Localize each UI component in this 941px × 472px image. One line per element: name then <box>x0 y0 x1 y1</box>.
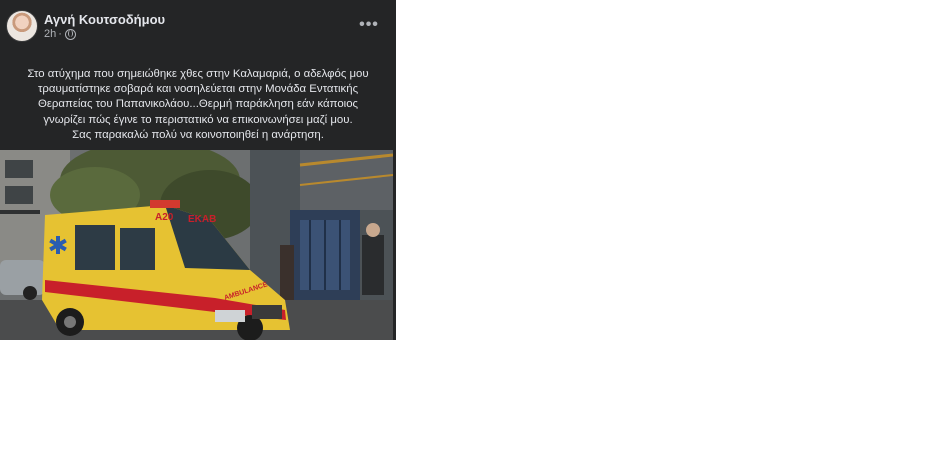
more-options-icon[interactable]: ••• <box>356 12 382 38</box>
globe-icon[interactable] <box>64 28 76 40</box>
post-header: Αγνή Κουτσοδήμου 2h · ••• <box>6 10 390 44</box>
avatar[interactable] <box>6 10 38 42</box>
author-name[interactable]: Αγνή Κουτσοδήμου <box>44 12 165 27</box>
post-text-line: τραυματίστηκε σοβαρά και νοσηλεύεται στη… <box>37 83 359 96</box>
ambulance-ekav-text: ΕΚΑΒ <box>188 214 216 225</box>
post-text-line: Σας παρακαλώ πολύ να κοινοποιηθεί η ανάρ… <box>72 128 324 141</box>
post-text-line: γνωρίζει πώς έγινε το περιστατικό να επι… <box>43 113 353 126</box>
post-photo[interactable]: Α20 ΕΚΑΒ AMBULANCE <box>0 150 393 340</box>
meta-separator: · <box>58 28 62 40</box>
post-text-line: Στο ατύχημα που σημειώθηκε χθες στην Καλ… <box>27 68 369 80</box>
ambulance-photo: Α20 ΕΚΑΒ AMBULANCE <box>0 150 393 340</box>
facebook-post: Αγνή Κουτσοδήμου 2h · ••• Στο ατύχημα πο… <box>0 0 396 340</box>
post-meta: 2h · <box>44 28 76 40</box>
post-text: Στο ατύχημα που σημειώθηκε χθες στην Καλ… <box>6 67 390 143</box>
post-time[interactable]: 2h <box>44 28 56 40</box>
post-text-line: Θεραπείας του Παπανικολάου...Θερμή παράκ… <box>37 98 359 111</box>
ambulance-plate-text: Α20 <box>155 212 174 223</box>
